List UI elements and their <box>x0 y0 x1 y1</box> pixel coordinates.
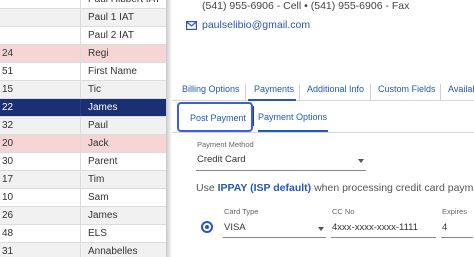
row-name-cell: Paul 1 IAT <box>80 9 166 26</box>
caret-down-icon <box>358 159 364 163</box>
table-row[interactable]: 32 Paul <box>0 117 166 135</box>
table-row[interactable]: 26 James <box>0 207 166 225</box>
row-name-cell: Paul 2 IAT <box>80 27 166 44</box>
subtab-divider <box>253 106 254 126</box>
tab-divider <box>370 84 371 100</box>
card-radio-button[interactable] <box>201 221 213 233</box>
tab-divider <box>245 84 246 100</box>
row-name-cell: Regi <box>80 45 166 62</box>
subtab-post-payment[interactable]: Post Payment <box>177 102 253 132</box>
table-row[interactable]: 48 ELS <box>0 225 166 243</box>
row-id-cell: 15 <box>2 84 14 95</box>
row-name-cell: Paul <box>80 117 166 134</box>
tab-availability[interactable]: Availability <box>448 84 474 94</box>
table-row[interactable]: 22 James <box>0 99 166 117</box>
phone-numbers: (541) 955-6906 - Cell • (541) 955-6906 -… <box>202 0 410 12</box>
row-id-cell: 24 <box>2 48 14 59</box>
row-id-cell: 26 <box>2 210 14 221</box>
row-id-cell: 51 <box>2 66 14 77</box>
cc-no-field[interactable]: 4xxx-xxxx-xxxx-1111 <box>331 218 436 238</box>
expires-value: 4 <box>442 222 448 233</box>
tab-additional-info[interactable]: Additional Info <box>307 84 364 94</box>
row-name-cell: Jack <box>80 135 166 152</box>
table-row[interactable]: 20 Jack <box>0 135 166 153</box>
table-row[interactable]: Paul 1 IAT <box>0 9 166 27</box>
row-id-cell <box>0 27 80 44</box>
payment-subtabs: Post Payment Payment Options <box>172 101 474 133</box>
row-name-cell: Annabelles <box>80 243 166 257</box>
row-name-cell: Tim <box>80 171 166 188</box>
expires-label: Expires <box>442 207 468 216</box>
table-row[interactable]: 15 Tic <box>0 81 166 99</box>
processor-notice-prefix: Use <box>196 182 218 194</box>
table-row[interactable]: 10 Sam <box>0 189 166 207</box>
row-id-cell: 31 <box>2 246 14 257</box>
detail-tabs: Billing Options Payments Additional Info… <box>172 79 474 101</box>
row-id-cell: 10 <box>2 192 14 203</box>
caret-down-icon <box>318 227 324 231</box>
payment-method-label: Payment Method <box>197 140 254 149</box>
row-name-cell: James <box>80 207 166 224</box>
row-name-cell: James <box>80 99 166 116</box>
customer-grid: Paul Hibbert IATPaul 1 IATPaul 2 IAT 24 Re… <box>0 0 166 257</box>
mail-icon <box>186 21 197 30</box>
row-id-cell: 32 <box>2 120 14 131</box>
row-id-cell: 17 <box>2 174 14 185</box>
row-name-cell: Parent <box>80 153 166 170</box>
cc-no-label: CC No <box>332 207 355 216</box>
payment-method-select[interactable]: Credit Card <box>196 151 366 171</box>
subtab-payment-options[interactable]: Payment Options <box>258 112 327 122</box>
tab-divider <box>299 84 300 100</box>
row-name-cell: Tic <box>80 81 166 98</box>
processor-notice: Use IPPAY (ISP default) when processing … <box>196 182 474 194</box>
processor-name: IPPAY (ISP default) <box>217 182 312 194</box>
row-name-cell: Paul Hibbert IAT <box>80 0 166 8</box>
table-row[interactable]: Paul 2 IAT <box>0 27 166 45</box>
table-row[interactable]: 17 Tim <box>0 171 166 189</box>
tab-billing-options[interactable]: Billing Options <box>182 84 240 94</box>
table-row[interactable]: 51 First Name <box>0 63 166 81</box>
table-row[interactable]: 31 Annabelles <box>0 243 166 257</box>
payment-method-value: Credit Card <box>197 154 246 165</box>
row-id-cell <box>0 9 80 26</box>
table-row[interactable]: 30 Parent <box>0 153 166 171</box>
row-name-cell: Sam <box>80 189 166 206</box>
table-row[interactable]: Paul Hibbert IAT <box>0 0 166 9</box>
expires-field[interactable]: 4 <box>441 218 473 238</box>
card-type-value: VISA <box>224 222 246 233</box>
card-type-select[interactable]: VISA <box>223 218 326 238</box>
row-name-cell: ELS <box>80 225 166 242</box>
row-id-cell: 20 <box>2 138 14 149</box>
row-name-cell: First Name <box>80 63 166 80</box>
table-row[interactable]: 24 Regi <box>0 45 166 63</box>
email-link[interactable]: paulselibio@gmail.com <box>202 19 310 31</box>
tab-custom-fields[interactable]: Custom Fields <box>378 84 436 94</box>
customer-detail-panel: (541) 955-6906 - Cell • (541) 955-6906 -… <box>172 0 474 257</box>
cc-no-value: 4xxx-xxxx-xxxx-1111 <box>332 222 419 233</box>
tab-divider <box>440 84 441 100</box>
row-id-cell <box>0 0 80 8</box>
active-subtab-indicator <box>258 130 328 132</box>
row-id-cell: 48 <box>2 228 14 239</box>
processor-notice-suffix: when processing credit card payments for… <box>314 182 474 194</box>
card-type-label: Card Type <box>224 207 259 216</box>
tab-payments[interactable]: Payments <box>254 84 294 94</box>
row-id-cell: 30 <box>2 156 14 167</box>
row-id-cell: 22 <box>2 102 14 113</box>
